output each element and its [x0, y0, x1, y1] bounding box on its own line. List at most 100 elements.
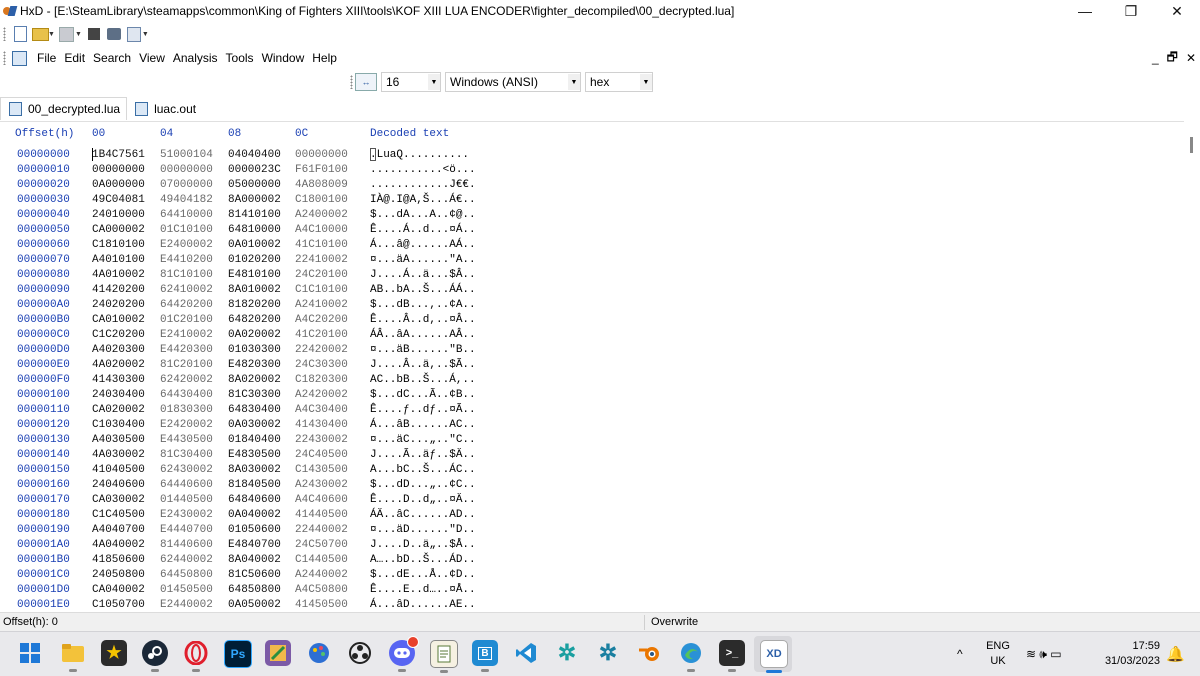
restore-button[interactable]: ❐	[1108, 0, 1154, 22]
hex-bytes-group[interactable]: 4A808009	[295, 178, 348, 193]
hex-bytes-group[interactable]: 0A010002	[228, 238, 281, 253]
hex-bytes-group[interactable]: 62420002	[160, 373, 213, 388]
hex-editor[interactable]: Offset(h) 00 04 08 0C Decoded text 00000…	[0, 121, 1184, 612]
hex-bytes-group[interactable]: 4A030002	[92, 448, 145, 463]
hex-bytes-group[interactable]: 81C30400	[160, 448, 213, 463]
hxd-taskbar-button[interactable]: XD	[760, 640, 788, 673]
hex-bytes-group[interactable]: 01C10100	[160, 223, 213, 238]
hex-bytes-group[interactable]: 8A040002	[228, 553, 281, 568]
hex-bytes-group[interactable]: 00000000	[92, 163, 145, 178]
hex-bytes-group[interactable]: E4430500	[160, 433, 213, 448]
hex-bytes-group[interactable]: 05000000	[228, 178, 281, 193]
decoded-text[interactable]: Ê....Â..d,..¤Â..	[370, 313, 476, 328]
hex-bytes-group[interactable]: CA000002	[92, 223, 145, 238]
edge-taskbar-button[interactable]	[678, 640, 704, 672]
offset-base-select[interactable]: hex ▼	[585, 72, 653, 92]
hex-bytes-group[interactable]: 81C20100	[160, 358, 213, 373]
hex-bytes-group[interactable]: 81440600	[160, 538, 213, 553]
hex-bytes-group[interactable]: 01020200	[228, 253, 281, 268]
hex-bytes-group[interactable]: 0A000000	[92, 178, 145, 193]
hex-bytes-group[interactable]: E2440002	[160, 598, 213, 612]
hex-bytes-group[interactable]: 81840500	[228, 478, 281, 493]
decoded-text[interactable]: Á...â@......AÁ..	[370, 238, 476, 253]
hex-bytes-group[interactable]: E2430002	[160, 508, 213, 523]
hex-bytes-group[interactable]: 64440600	[160, 478, 213, 493]
hex-bytes-group[interactable]: 04040400	[228, 148, 281, 163]
hex-bytes-group[interactable]: A2410002	[295, 298, 348, 313]
new-file-button[interactable]	[10, 25, 30, 43]
hex-bytes-group[interactable]: 64430400	[160, 388, 213, 403]
hex-bytes-group[interactable]: 24030400	[92, 388, 145, 403]
hex-bytes-group[interactable]: 22410002	[295, 253, 348, 268]
menu-search[interactable]: Search	[89, 51, 135, 65]
paint-palette-taskbar-button[interactable]	[306, 640, 332, 666]
decoded-text[interactable]: $...dC...Ã..¢B..	[370, 388, 476, 403]
discord-taskbar-button[interactable]	[389, 636, 419, 672]
hex-bytes-group[interactable]: C1820300	[295, 373, 348, 388]
hex-bytes-group[interactable]: A4C30400	[295, 403, 348, 418]
vertical-scrollbar[interactable]	[1184, 121, 1200, 611]
menu-help[interactable]: Help	[308, 51, 341, 65]
hex-bytes-group[interactable]: 0A030002	[228, 418, 281, 433]
hex-bytes-group[interactable]: 24C40500	[295, 448, 348, 463]
open-memory-button[interactable]	[104, 25, 124, 43]
hex-bytes-group[interactable]: 01830300	[160, 403, 213, 418]
hex-bytes-group[interactable]: 62430002	[160, 463, 213, 478]
terminal-taskbar-button[interactable]: >_	[719, 640, 745, 672]
hex-bytes-group[interactable]: 8A010002	[228, 283, 281, 298]
network-volume-battery-icons[interactable]: ≋ 🕪 ▭	[1026, 632, 1062, 676]
hex-bytes-group[interactable]: E4840700	[228, 538, 281, 553]
hex-bytes-group[interactable]: A2400002	[295, 208, 348, 223]
hex-bytes-group[interactable]: A4C40600	[295, 493, 348, 508]
decoded-text[interactable]: A…..bD..Š...ÁD..	[370, 553, 476, 568]
hex-bytes-group[interactable]: 49C04081	[92, 193, 145, 208]
hex-bytes-group[interactable]: 24040600	[92, 478, 145, 493]
hex-bytes-group[interactable]: F61F0100	[295, 163, 348, 178]
toolbar-grip[interactable]	[3, 27, 6, 41]
hex-bytes-group[interactable]: C1C40500	[92, 508, 145, 523]
hex-bytes-group[interactable]: 41430300	[92, 373, 145, 388]
hex-bytes-group[interactable]: 81410100	[228, 208, 281, 223]
hex-bytes-group[interactable]: 01050600	[228, 523, 281, 538]
notification-bell-icon[interactable]: 🔔	[1166, 632, 1185, 676]
hex-bytes-group[interactable]: C1440500	[295, 553, 348, 568]
hex-bytes-group[interactable]: 49404182	[160, 193, 213, 208]
hex-bytes-group[interactable]: A2440002	[295, 568, 348, 583]
close-button[interactable]: ✕	[1154, 0, 1200, 22]
hex-bytes-group[interactable]: 0000023C	[228, 163, 281, 178]
starred-app-taskbar-button[interactable]: ★	[101, 640, 127, 666]
hex-bytes-group[interactable]: 64820200	[228, 313, 281, 328]
decoded-text[interactable]: ÁÂ..âA......AÂ..	[370, 328, 476, 343]
hex-bytes-group[interactable]: 64450800	[160, 568, 213, 583]
show-hidden-icons-button[interactable]: ^	[957, 632, 963, 676]
hex-bytes-group[interactable]: 41450500	[295, 598, 348, 612]
hex-bytes-group[interactable]: 64410000	[160, 208, 213, 223]
decoded-text[interactable]: ÁÄ..âC......AD..	[370, 508, 476, 523]
hex-bytes-group[interactable]: 62440002	[160, 553, 213, 568]
hex-bytes-group[interactable]: E4420300	[160, 343, 213, 358]
hex-bytes-group[interactable]: 81820200	[228, 298, 281, 313]
hex-bytes-group[interactable]: 24C50700	[295, 538, 348, 553]
hex-bytes-group[interactable]: 64850800	[228, 583, 281, 598]
decoded-text[interactable]: Ê....E..d…..¤Å..	[370, 583, 476, 598]
hex-bytes-group[interactable]: 00000000	[160, 163, 213, 178]
hex-bytes-group[interactable]: C1030400	[92, 418, 145, 433]
hex-bytes-group[interactable]: 81C50600	[228, 568, 281, 583]
mdi-minimize-button[interactable]: _	[1152, 51, 1159, 65]
hex-bytes-group[interactable]: 41850600	[92, 553, 145, 568]
hex-bytes-group[interactable]: C1430500	[295, 463, 348, 478]
file-explorer-taskbar-button[interactable]	[60, 640, 86, 672]
menu-file[interactable]: File	[33, 51, 60, 65]
hex-bytes-group[interactable]: 8A000002	[228, 193, 281, 208]
hex-bytes-group[interactable]: 51000104	[160, 148, 213, 163]
decoded-text[interactable]: J....Â..ä,..$Ã..	[370, 358, 476, 373]
open-file-button[interactable]	[30, 25, 50, 43]
decoded-text[interactable]: J....Ã..äƒ..$Ä..	[370, 448, 476, 463]
decoded-text[interactable]: ¤...äB......"B..	[370, 343, 476, 358]
hex-bytes-group[interactable]: 41C20100	[295, 328, 348, 343]
document-menu-icon[interactable]	[12, 50, 27, 66]
decoded-text[interactable]: ¤...äA......"A..	[370, 253, 476, 268]
hex-bytes-group[interactable]: 81C30300	[228, 388, 281, 403]
hex-bytes-group[interactable]: 01030300	[228, 343, 281, 358]
hex-bytes-group[interactable]: 01C20100	[160, 313, 213, 328]
